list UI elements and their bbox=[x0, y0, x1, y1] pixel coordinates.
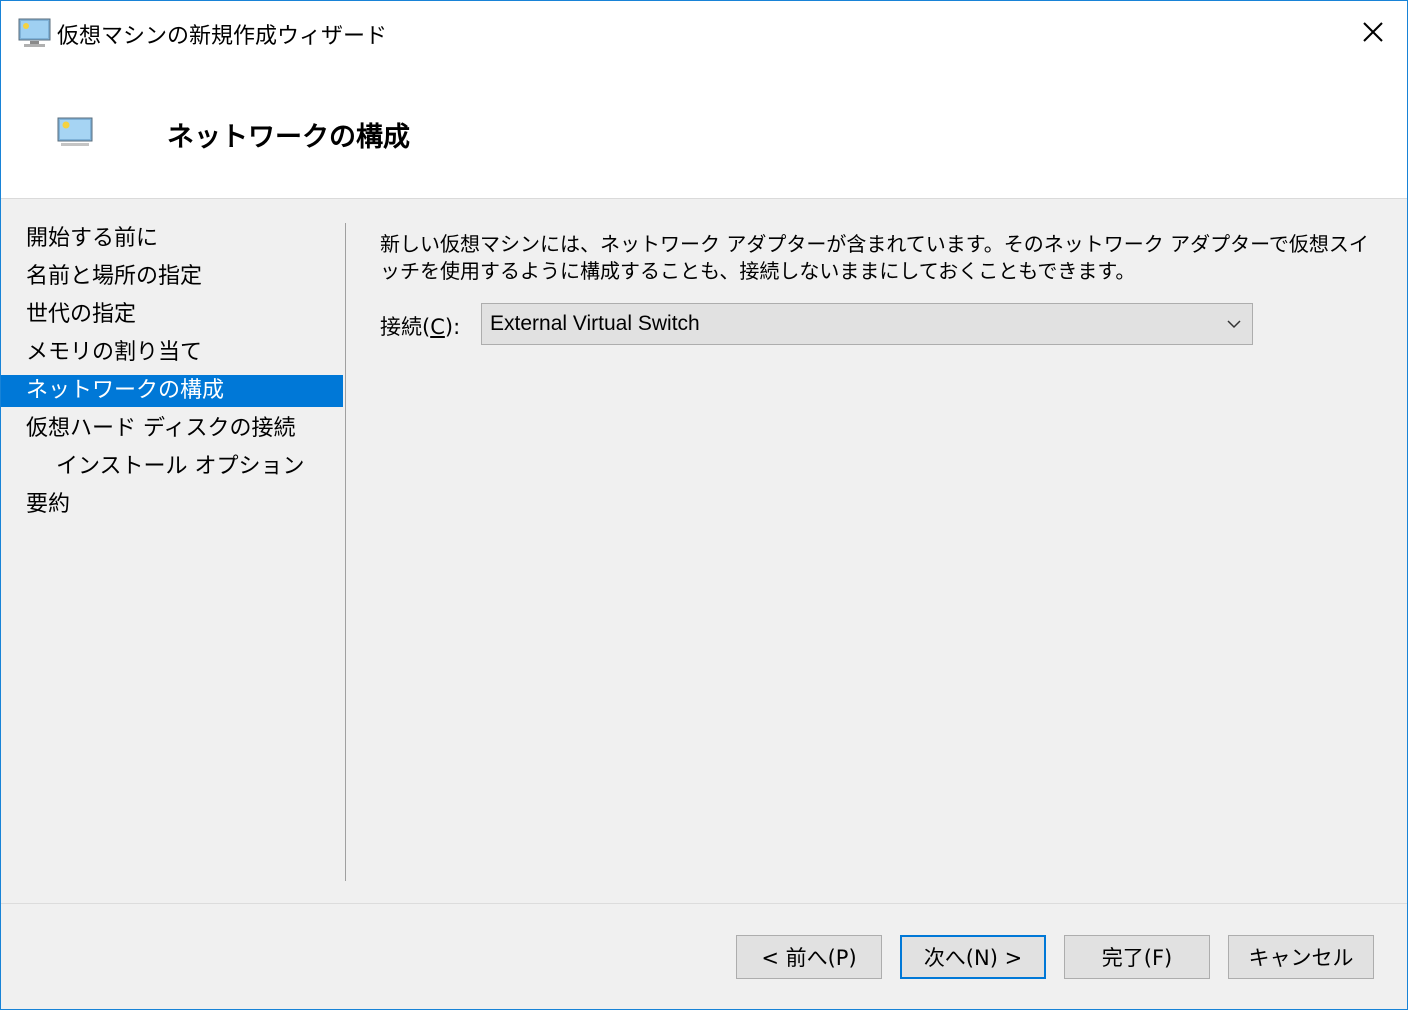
network-description: 新しい仮想マシンには、ネットワーク アダプターが含まれています。そのネットワーク… bbox=[380, 232, 1369, 283]
connection-label-accesskey: C bbox=[430, 315, 445, 339]
connection-label: 接続(C): bbox=[380, 311, 460, 341]
nav-item-networking[interactable]: ネットワークの構成 bbox=[1, 375, 343, 407]
title-bar: 仮想マシンの新規作成ウィザード bbox=[1, 1, 1407, 65]
connection-select-value: External Virtual Switch bbox=[490, 312, 700, 335]
chevron-down-icon bbox=[1227, 320, 1241, 329]
finish-button[interactable]: 完了(F) bbox=[1064, 935, 1210, 979]
nav-item-install-options[interactable]: インストール オプション bbox=[1, 451, 343, 483]
nav-item-before-you-begin[interactable]: 開始する前に bbox=[1, 223, 343, 255]
page-header: ネットワークの構成 bbox=[1, 65, 1407, 199]
window-title: 仮想マシンの新規作成ウィザード bbox=[57, 24, 388, 49]
previous-button[interactable]: < 前へ(P) bbox=[736, 935, 882, 979]
next-button[interactable]: 次へ(N) > bbox=[900, 935, 1046, 979]
nav-item-memory[interactable]: メモリの割り当て bbox=[1, 337, 343, 369]
nav-item-virtual-hard-disk[interactable]: 仮想ハード ディスクの接続 bbox=[1, 413, 343, 445]
virtual-machine-icon bbox=[18, 16, 51, 49]
nav-divider bbox=[345, 223, 346, 881]
cancel-button[interactable]: キャンセル bbox=[1228, 935, 1374, 979]
connection-label-suffix: ): bbox=[444, 315, 461, 339]
close-icon bbox=[1363, 22, 1383, 42]
page-title: ネットワークの構成 bbox=[167, 122, 410, 153]
nav-item-generation[interactable]: 世代の指定 bbox=[1, 299, 343, 331]
connection-label-prefix: 接続( bbox=[380, 315, 431, 339]
nav-item-summary[interactable]: 要約 bbox=[1, 489, 343, 521]
nav-item-name-and-location[interactable]: 名前と場所の指定 bbox=[1, 261, 343, 293]
connection-select[interactable]: External Virtual Switch bbox=[481, 303, 1253, 345]
footer-divider bbox=[1, 903, 1407, 904]
wizard-steps-nav: 開始する前に 名前と場所の指定 世代の指定 メモリの割り当て ネットワークの構成… bbox=[1, 223, 343, 527]
wizard-window: 仮想マシンの新規作成ウィザード ネットワークの構成 開始する前に 名前と場所の指… bbox=[0, 0, 1408, 1010]
close-button[interactable] bbox=[1339, 1, 1407, 63]
virtual-machine-icon bbox=[57, 116, 93, 149]
